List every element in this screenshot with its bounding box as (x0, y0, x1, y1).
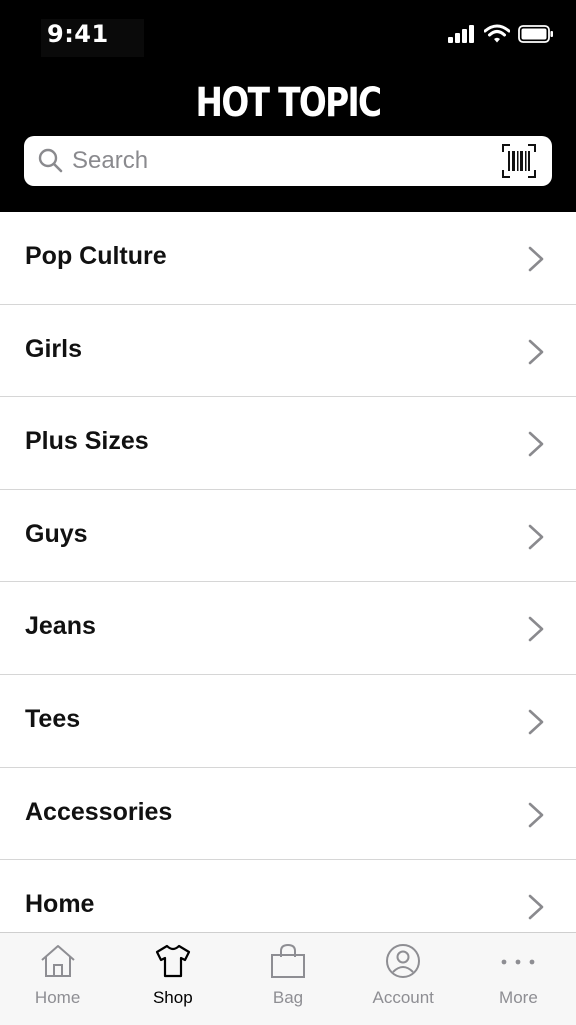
chevron-right-icon (528, 246, 544, 272)
category-row-accessories[interactable]: Accessories (0, 768, 576, 861)
category-label: Plus Sizes (25, 427, 149, 456)
tshirt-icon (155, 944, 190, 978)
tab-label: Home (34, 988, 81, 1007)
app-header: 9:41 HOT TOPIC (0, 0, 576, 212)
chevron-right-icon (528, 709, 544, 735)
signal-icon (448, 25, 474, 43)
category-label: Accessories (25, 797, 173, 826)
search-bar[interactable] (24, 136, 552, 186)
tab-bar: Home Shop Bag Account More (0, 932, 576, 1025)
category-label: Jeans (25, 612, 96, 641)
category-label: Tees (25, 704, 81, 733)
barcode-scanner-icon[interactable] (502, 144, 536, 178)
battery-icon (518, 25, 553, 43)
hot-topic-logo: HOT TOPIC (195, 80, 383, 126)
tab-more[interactable]: More (461, 933, 576, 1025)
tab-shop[interactable]: Shop (115, 933, 230, 1025)
category-label: Girls (25, 334, 82, 363)
house-icon (40, 945, 75, 977)
chevron-right-icon (528, 431, 544, 457)
category-row-guys[interactable]: Guys (0, 490, 576, 583)
tab-home[interactable]: Home (0, 933, 115, 1025)
category-row-girls[interactable]: Girls (0, 305, 576, 398)
category-row-plus-sizes[interactable]: Plus Sizes (0, 397, 576, 490)
category-row-tees[interactable]: Tees (0, 675, 576, 768)
category-label: Pop Culture (25, 242, 167, 270)
person-icon (386, 944, 421, 978)
tab-bag[interactable]: Bag (230, 933, 345, 1025)
category-label: Home (25, 890, 95, 919)
chevron-right-icon (528, 617, 544, 642)
category-list: Pop Culture Girls Plus Sizes Guys Jeans … (0, 212, 576, 953)
category-label: Guys (25, 519, 88, 548)
chevron-right-icon (528, 894, 544, 920)
search-icon (38, 148, 63, 173)
chevron-right-icon (528, 524, 544, 550)
ellipsis-icon (502, 959, 535, 965)
status-time: 9:41 (47, 20, 109, 48)
tab-account[interactable]: Account (346, 933, 461, 1025)
tab-label: Shop (152, 988, 193, 1007)
wifi-icon (484, 24, 510, 43)
status-bar: 9:41 (0, 0, 576, 70)
tab-label: More (499, 988, 538, 1007)
bag-icon (271, 943, 305, 978)
status-icons (448, 24, 554, 44)
category-row-pop-culture[interactable]: Pop Culture (0, 212, 576, 305)
chevron-right-icon (528, 802, 544, 827)
category-row-jeans[interactable]: Jeans (0, 582, 576, 675)
chevron-right-icon (528, 339, 544, 364)
tab-label: Bag (272, 988, 304, 1007)
tab-label: Account (372, 988, 434, 1007)
search-input[interactable] (72, 144, 492, 178)
